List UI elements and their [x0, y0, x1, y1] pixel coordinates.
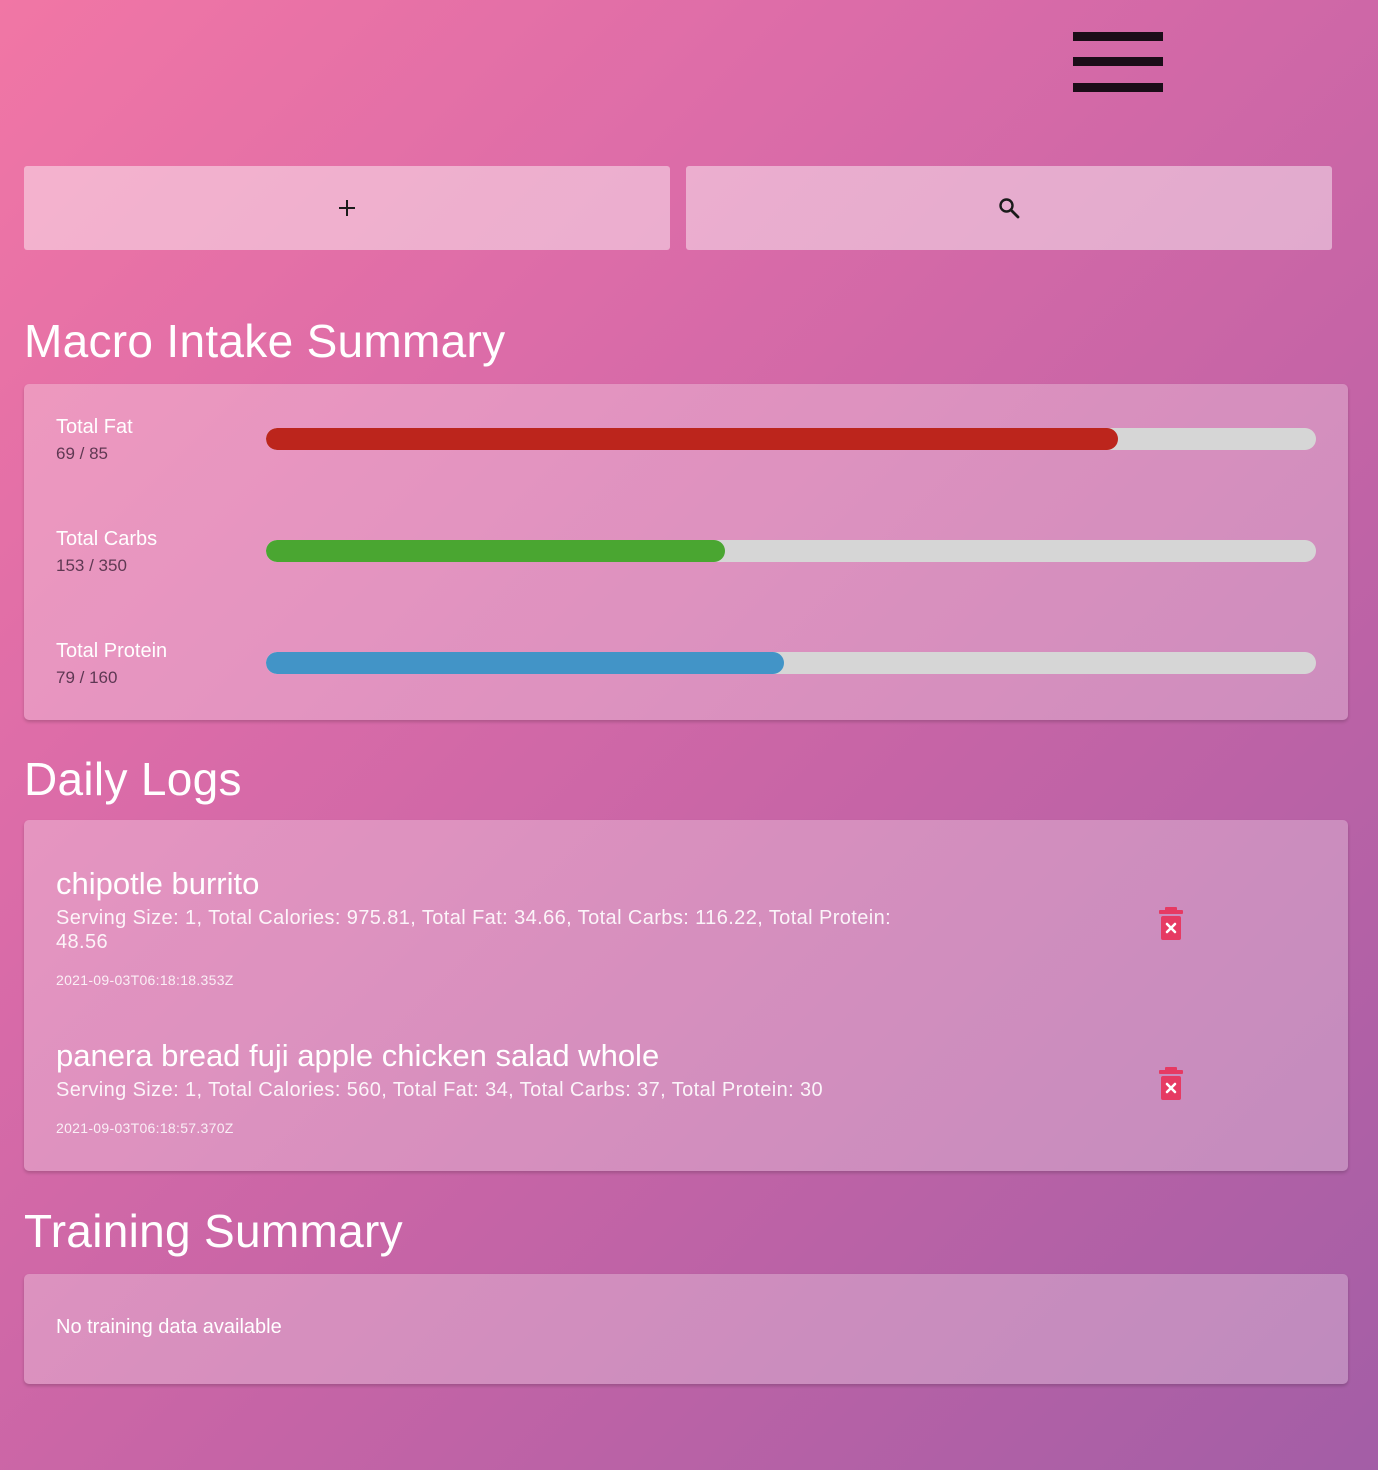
- training-summary-title: Training Summary: [24, 1205, 403, 1257]
- log-food-name: chipotle burrito: [56, 866, 260, 901]
- plus-icon: [339, 200, 355, 216]
- menu-line: [1073, 83, 1163, 92]
- progress-fill: [266, 428, 1119, 450]
- log-timestamp: 2021-09-03T06:18:18.353Z: [56, 972, 234, 988]
- daily-logs-card: chipotle burrito Serving Size: 1, Total …: [24, 820, 1348, 1171]
- macro-label: Total Fat: [56, 416, 133, 438]
- log-entry: chipotle burrito Serving Size: 1, Total …: [56, 866, 1316, 988]
- macro-summary-title: Macro Intake Summary: [24, 315, 506, 367]
- progress-fill: [266, 652, 785, 674]
- menu-line: [1073, 32, 1163, 41]
- progress-fill: [266, 540, 725, 562]
- macro-summary-card: Total Fat 69 / 85 Total Carbs 153 / 350 …: [24, 384, 1348, 720]
- hamburger-menu-icon[interactable]: [1073, 32, 1163, 92]
- daily-logs-title: Daily Logs: [24, 753, 242, 805]
- add-food-button[interactable]: [24, 166, 670, 250]
- search-icon: [999, 198, 1020, 219]
- delete-log-button[interactable]: [1157, 907, 1185, 941]
- log-entry: panera bread fuji apple chicken salad wh…: [56, 1038, 1316, 1136]
- macro-row-protein: Total Protein 79 / 160: [56, 640, 1316, 700]
- macro-label: Total Carbs: [56, 528, 158, 550]
- macro-value: 79 / 160: [56, 668, 118, 687]
- macro-label: Total Protein: [56, 640, 168, 662]
- trash-icon: [1159, 1067, 1183, 1100]
- macro-value: 153 / 350: [56, 556, 127, 575]
- log-timestamp: 2021-09-03T06:18:57.370Z: [56, 1120, 234, 1136]
- macro-row-carbs: Total Carbs 153 / 350: [56, 528, 1316, 588]
- log-details: Serving Size: 1, Total Calories: 560, To…: [56, 1079, 824, 1101]
- progress-track: [266, 428, 1316, 450]
- progress-track: [266, 652, 1316, 674]
- training-summary-card: No training data available: [24, 1274, 1348, 1384]
- search-button[interactable]: [686, 166, 1332, 250]
- macro-row-fat: Total Fat 69 / 85: [56, 416, 1316, 476]
- delete-log-button[interactable]: [1157, 1067, 1185, 1101]
- log-details: Serving Size: 1, Total Calories: 975.81,…: [56, 907, 892, 953]
- macro-value: 69 / 85: [56, 444, 108, 463]
- progress-track: [266, 540, 1316, 562]
- log-food-name: panera bread fuji apple chicken salad wh…: [56, 1038, 660, 1073]
- empty-state-text: No training data available: [56, 1316, 282, 1338]
- trash-icon: [1159, 907, 1183, 940]
- menu-line: [1073, 57, 1163, 66]
